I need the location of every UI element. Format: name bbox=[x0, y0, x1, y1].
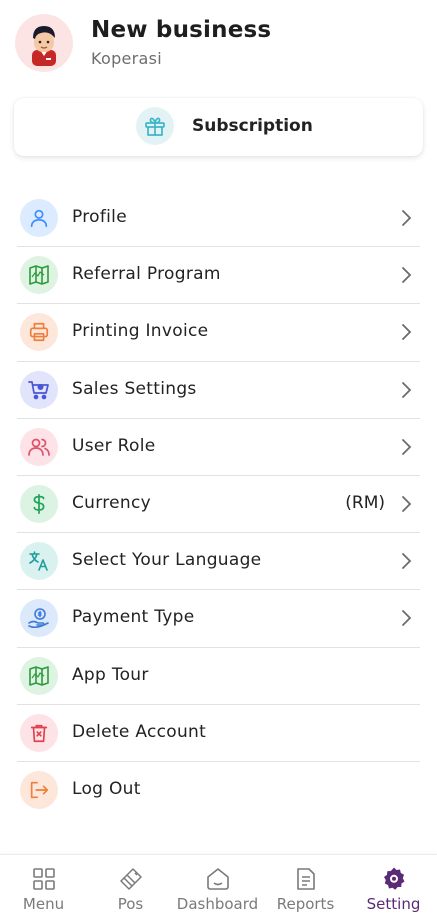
coin-hand-icon bbox=[20, 599, 58, 638]
menu-item-label: Sales Settings bbox=[72, 378, 197, 399]
chevron-right-icon bbox=[402, 381, 412, 398]
nav-item-menu[interactable]: Menu bbox=[0, 855, 87, 922]
printer-icon bbox=[20, 313, 58, 352]
profile-header: New business Koperasi bbox=[0, 0, 437, 90]
subscription-label: Subscription bbox=[192, 116, 313, 136]
chevron-right-icon bbox=[402, 267, 412, 284]
chevron-right-icon bbox=[402, 553, 412, 570]
menu-item-label: Referral Program bbox=[72, 264, 221, 285]
chevron-right-icon bbox=[402, 610, 412, 627]
settings-menu: Profile Referral Program Printing Invoic… bbox=[17, 190, 420, 819]
nav-item-setting[interactable]: Setting bbox=[350, 855, 437, 922]
menu-item-payment-type[interactable]: Payment Type bbox=[17, 590, 420, 648]
nav-label: Dashboard bbox=[176, 895, 259, 913]
chevron-right-icon bbox=[402, 438, 412, 455]
chevron-right-icon bbox=[402, 496, 412, 512]
nav-label: Menu bbox=[22, 895, 65, 913]
translate-icon bbox=[20, 542, 58, 581]
trash-icon bbox=[20, 713, 58, 752]
business-type: Koperasi bbox=[91, 49, 163, 68]
map-icon bbox=[20, 256, 58, 295]
map-icon bbox=[20, 656, 58, 695]
menu-item-printing-invoice[interactable]: Printing Invoice bbox=[17, 304, 420, 362]
menu-item-label: Profile bbox=[72, 207, 127, 227]
menu-item-delete-account[interactable]: Delete Account bbox=[17, 705, 420, 762]
avatar[interactable] bbox=[15, 14, 73, 72]
chevron-right-icon bbox=[402, 210, 412, 226]
users-icon bbox=[20, 427, 58, 466]
menu-item-app-tour[interactable]: App Tour bbox=[17, 648, 420, 705]
document-icon bbox=[296, 868, 315, 890]
bottom-nav: Menu Pos Dashboard Reports Setting bbox=[0, 854, 437, 922]
menu-item-referral-program[interactable]: Referral Program bbox=[17, 247, 420, 305]
business-name: New business bbox=[91, 17, 272, 43]
card-icon bbox=[119, 868, 142, 890]
nav-item-dashboard[interactable]: Dashboard bbox=[174, 855, 261, 922]
menu-item-select-language[interactable]: Select Your Language bbox=[17, 533, 420, 591]
chevron-right-icon bbox=[402, 324, 412, 341]
menu-item-label: Printing Invoice bbox=[72, 321, 209, 342]
gift-icon bbox=[136, 107, 174, 145]
grid-icon bbox=[32, 868, 55, 890]
menu-item-label: Currency bbox=[72, 492, 151, 513]
nav-label: Reports bbox=[276, 895, 335, 913]
home-icon bbox=[206, 868, 229, 890]
nav-label: Pos bbox=[117, 895, 144, 913]
dollar-icon bbox=[20, 484, 58, 523]
menu-item-label: App Tour bbox=[72, 664, 149, 685]
gear-icon bbox=[383, 867, 404, 890]
nav-item-reports[interactable]: Reports bbox=[262, 855, 349, 922]
nav-item-pos[interactable]: Pos bbox=[87, 855, 174, 922]
currency-value: (RM) bbox=[345, 492, 385, 513]
cart-icon bbox=[20, 370, 58, 409]
menu-item-label: Payment Type bbox=[72, 607, 195, 628]
menu-item-label: User Role bbox=[72, 435, 156, 456]
menu-item-user-role[interactable]: User Role bbox=[17, 419, 420, 476]
menu-item-label: Log Out bbox=[72, 778, 141, 799]
subscription-card[interactable]: Subscription bbox=[14, 98, 423, 156]
menu-item-profile[interactable]: Profile bbox=[17, 190, 420, 248]
nav-label: Setting bbox=[366, 895, 421, 913]
menu-item-sales-settings[interactable]: Sales Settings bbox=[17, 362, 420, 419]
user-icon bbox=[20, 199, 58, 237]
menu-item-log-out[interactable]: Log Out bbox=[17, 762, 420, 819]
logout-icon bbox=[20, 770, 58, 809]
menu-item-label: Select Your Language bbox=[72, 550, 262, 571]
menu-item-label: Delete Account bbox=[72, 721, 207, 742]
menu-item-currency[interactable]: Currency (RM) bbox=[17, 476, 420, 534]
